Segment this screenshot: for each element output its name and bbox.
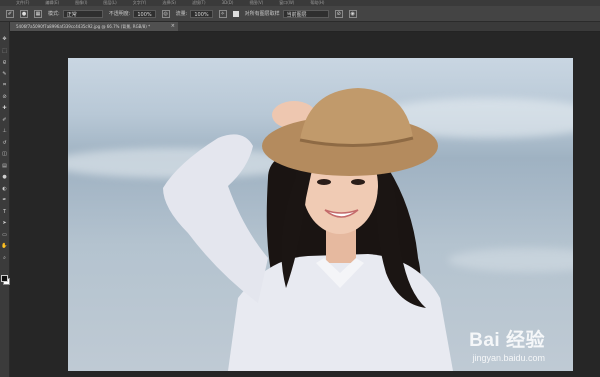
- dodge-tool-icon[interactable]: ◐: [1, 186, 8, 193]
- pen-tool-icon[interactable]: ✒: [1, 197, 8, 204]
- path-select-tool-icon[interactable]: ➤: [1, 220, 8, 227]
- blur-tool-icon[interactable]: ●: [1, 174, 8, 181]
- crop-tool-icon[interactable]: ⌗: [1, 82, 8, 89]
- document-tab-title: 5406f7a5090f7a8996af339cc4435c92.jpg @ 6…: [16, 24, 151, 29]
- pressure-size-icon[interactable]: ◉: [348, 9, 357, 18]
- document-tab[interactable]: 5406f7a5090f7a8996af339cc4435c92.jpg @ 6…: [10, 22, 178, 31]
- clone-stamp-tool-icon[interactable]: ⊥: [1, 128, 8, 135]
- tool-preset-icon[interactable]: ✐: [6, 9, 14, 18]
- sample-all-label: 对所有图层取样: [244, 11, 280, 17]
- marquee-tool-icon[interactable]: ⬚: [1, 48, 8, 55]
- watermark: Bai 经验 jingyan.baidu.com: [469, 325, 545, 363]
- sample-select[interactable]: 当前图层: [282, 9, 329, 18]
- healing-tool-icon[interactable]: ✚: [1, 105, 8, 112]
- airbrush-icon[interactable]: ✧: [218, 9, 227, 18]
- gradient-tool-icon[interactable]: ▤: [1, 163, 8, 170]
- pressure-opacity-icon[interactable]: ◎: [161, 9, 170, 18]
- close-icon[interactable]: ×: [171, 22, 175, 31]
- brush-tool-icon[interactable]: ✐: [1, 117, 8, 124]
- brush-preset-picker-icon[interactable]: ●: [20, 9, 28, 18]
- foreground-color-swatch[interactable]: [1, 275, 8, 282]
- opacity-label: 不透明度:: [108, 11, 131, 17]
- quick-select-tool-icon[interactable]: ✎: [1, 71, 8, 78]
- watermark-url: jingyan.baidu.com: [472, 353, 545, 363]
- type-tool-icon[interactable]: T: [1, 209, 8, 216]
- eyedropper-tool-icon[interactable]: ⊘: [1, 94, 8, 101]
- ignore-adjustment-icon[interactable]: ⊘: [334, 9, 343, 18]
- eraser-tool-icon[interactable]: ◫: [1, 151, 8, 158]
- shape-tool-icon[interactable]: ▭: [1, 232, 8, 239]
- canvas-image[interactable]: Bai 经验 jingyan.baidu.com: [68, 58, 573, 371]
- history-brush-tool-icon[interactable]: ↺: [1, 140, 8, 147]
- watermark-brand: Bai 经验: [469, 330, 545, 351]
- flow-field[interactable]: 100%: [190, 9, 213, 18]
- mode-label: 模式:: [48, 11, 60, 17]
- lasso-tool-icon[interactable]: ϱ: [1, 59, 8, 66]
- move-tool-icon[interactable]: ✥: [1, 36, 8, 43]
- hand-tool-icon[interactable]: ✋: [1, 243, 8, 250]
- tools-panel: ✥ ⬚ ϱ ✎ ⌗ ⊘ ✚ ✐ ⊥ ↺ ◫ ▤ ● ◐ ✒ T ➤ ▭ ✋ ⌕: [0, 22, 10, 377]
- document-tab-bar: 5406f7a5090f7a8996af339cc4435c92.jpg @ 6…: [10, 22, 600, 32]
- mode-select[interactable]: 正常: [62, 9, 103, 18]
- brush-panel-icon[interactable]: ▦: [34, 9, 42, 18]
- opacity-field[interactable]: 100%: [133, 9, 156, 18]
- sample-all-checkbox[interactable]: [232, 10, 239, 17]
- options-bar: ✐ ● ▦ 模式: 正常 不透明度: 100% ◎ 流量: 100% ✧ 对所有…: [0, 6, 600, 22]
- flow-label: 流量:: [175, 11, 188, 17]
- zoom-tool-icon[interactable]: ⌕: [1, 255, 8, 262]
